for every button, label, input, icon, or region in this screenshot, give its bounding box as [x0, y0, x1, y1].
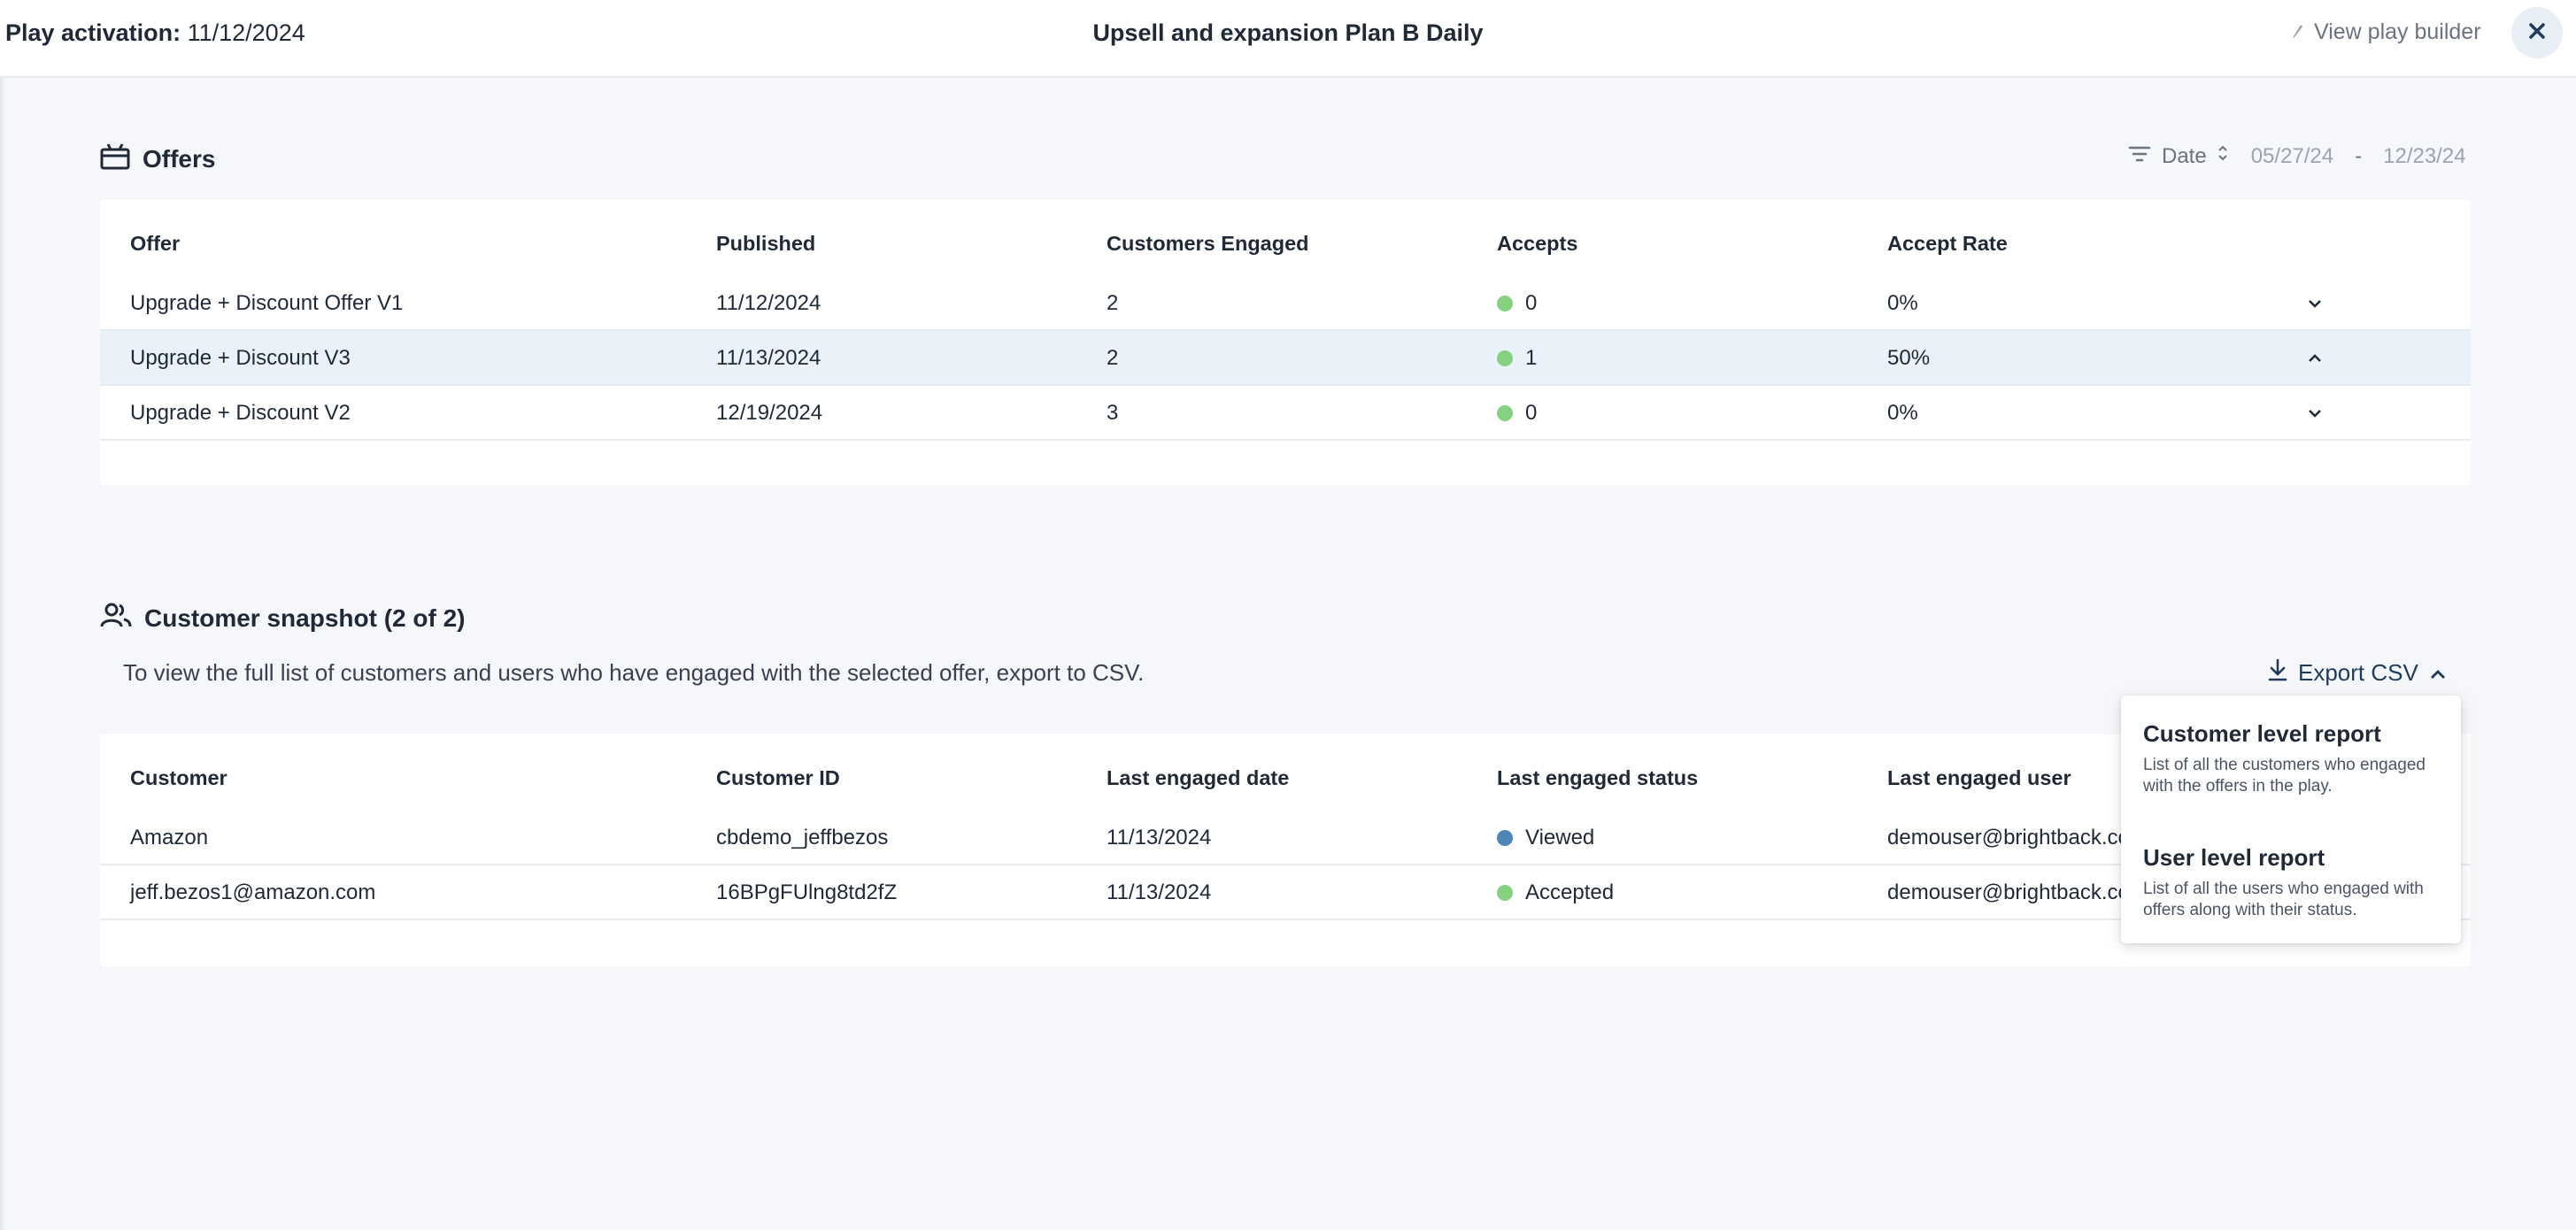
- filter-icon: [2128, 144, 2151, 169]
- published-date: 11/12/2024: [716, 291, 821, 315]
- offer-name: Upgrade + Discount V2: [130, 401, 351, 425]
- offer-name: Upgrade + Discount Offer V1: [130, 291, 404, 315]
- published-date: 12/19/2024: [716, 401, 823, 425]
- customers-engaged: 3: [1107, 401, 1119, 425]
- customer-id: cbdemo_jeffbezos: [716, 826, 889, 849]
- accept-rate: 0%: [1887, 291, 1918, 315]
- status-dot: [1497, 405, 1513, 421]
- export-menu: Customer level report List of all the cu…: [2121, 696, 2461, 943]
- chevron-down-icon[interactable]: [2299, 386, 2331, 441]
- last-engaged-status: Viewed: [1497, 811, 1594, 865]
- customer-level-report-desc: List of all the customers who engaged wi…: [2143, 756, 2426, 796]
- top-bar: Play activation: 11/12/2024 Upsell and e…: [0, 0, 2576, 78]
- sort-icon[interactable]: [2217, 143, 2228, 169]
- customer-level-report-title: Customer level report: [2143, 720, 2381, 747]
- accept-rate: 50%: [1887, 346, 1931, 370]
- table-row[interactable]: Upgrade + Discount V3 11/13/2024 2 1 50%: [100, 331, 2471, 386]
- customer-snapshot-table: Customer Customer ID Last engaged date L…: [100, 734, 2471, 966]
- customer-level-report-option[interactable]: Customer level report List of all the cu…: [2143, 720, 2444, 797]
- accepts-value: 0: [1525, 291, 1538, 315]
- last-engaged-date: 11/13/2024: [1107, 826, 1212, 849]
- download-icon: [2268, 658, 2287, 688]
- user-level-report-desc: List of all the users who engaged with o…: [2143, 880, 2424, 919]
- col-last-engaged-user: Last engaged user: [1887, 765, 2071, 789]
- table-row[interactable]: Upgrade + Discount Offer V1 11/12/2024 2…: [100, 276, 2471, 331]
- status-label: Accepted: [1525, 880, 1615, 904]
- offers-table-header: Offer Published Customers Engaged Accept…: [100, 216, 2471, 271]
- close-icon: [2526, 20, 2548, 46]
- accepts-value: 1: [1525, 346, 1538, 370]
- view-play-builder-label: View play builder: [2314, 19, 2481, 44]
- date-separator: -: [2355, 143, 2363, 168]
- pencil-icon: [2291, 19, 2305, 45]
- play-activation-label: Play activation:: [5, 19, 181, 46]
- col-customer-id: Customer ID: [716, 765, 840, 789]
- export-csv-label: Export CSV: [2298, 659, 2418, 686]
- chevron-up-icon: [2429, 659, 2447, 687]
- date-to[interactable]: 12/23/24: [2383, 144, 2465, 169]
- col-published: Published: [716, 231, 816, 255]
- users-icon: [100, 602, 132, 634]
- accepts-value: 0: [1525, 401, 1538, 425]
- customer-snapshot-header: Customer snapshot (2 of 2): [100, 602, 465, 634]
- chevron-up-icon[interactable]: [2299, 331, 2331, 386]
- offer-card-icon: [100, 142, 130, 176]
- status-dot: [1497, 830, 1513, 846]
- date-from[interactable]: 05/27/24: [2251, 144, 2333, 169]
- col-accept-rate: Accept Rate: [1887, 231, 2008, 255]
- offers-title: Offers: [143, 144, 216, 173]
- accepts: 0: [1497, 276, 1537, 331]
- accept-rate: 0%: [1887, 401, 1918, 425]
- view-play-builder-link[interactable]: View play builder: [2291, 19, 2481, 45]
- customer-snapshot-title: Customer snapshot (2 of 2): [144, 603, 466, 632]
- col-customers-engaged: Customers Engaged: [1107, 231, 1309, 255]
- table-row: Amazon cbdemo_jeffbezos 11/13/2024 Viewe…: [100, 811, 2471, 865]
- col-customer: Customer: [130, 765, 228, 789]
- customers-engaged: 2: [1107, 291, 1119, 315]
- status-dot: [1497, 296, 1513, 311]
- table-row[interactable]: Upgrade + Discount V2 12/19/2024 3 0 0%: [100, 386, 2471, 441]
- status-dot: [1497, 350, 1513, 366]
- accepts: 1: [1497, 331, 1537, 386]
- table-row: jeff.bezos1@amazon.com 16BPgFUlng8td2fZ …: [100, 865, 2471, 920]
- export-csv-button[interactable]: Export CSV: [2268, 658, 2447, 688]
- user-level-report-option[interactable]: User level report List of all the users …: [2143, 844, 2444, 921]
- play-activation: Play activation: 11/12/2024: [5, 19, 305, 47]
- date-filter-label: Date: [2162, 143, 2207, 168]
- offers-table: Offer Published Customers Engaged Accept…: [100, 200, 2471, 485]
- customer-name: jeff.bezos1@amazon.com: [130, 880, 376, 904]
- offers-section-header: Offers: [100, 142, 215, 176]
- user-level-report-title: User level report: [2143, 844, 2325, 871]
- snapshot-description: To view the full list of customers and u…: [123, 659, 1145, 686]
- page-left-edge: [0, 0, 5, 1230]
- play-title: Upsell and expansion Plan B Daily: [1092, 19, 1484, 46]
- last-engaged-user: demouser@brightback.co: [1887, 826, 2130, 849]
- published-date: 11/13/2024: [716, 346, 821, 370]
- last-engaged-user: demouser@brightback.co: [1887, 880, 2130, 904]
- accepts: 0: [1497, 386, 1537, 441]
- play-activation-date: 11/12/2024: [187, 19, 305, 46]
- col-last-engaged-date: Last engaged date: [1107, 765, 1290, 789]
- status-dot: [1497, 885, 1513, 901]
- customer-id: 16BPgFUlng8td2fZ: [716, 880, 898, 904]
- customer-name: Amazon: [130, 826, 209, 849]
- offer-name: Upgrade + Discount V3: [130, 346, 351, 370]
- col-accepts: Accepts: [1497, 231, 1578, 255]
- col-offer: Offer: [130, 231, 181, 255]
- chevron-down-icon[interactable]: [2299, 276, 2331, 331]
- close-button[interactable]: [2511, 7, 2563, 58]
- last-engaged-date: 11/13/2024: [1107, 880, 1212, 904]
- snapshot-table-header: Customer Customer ID Last engaged date L…: [100, 750, 2471, 805]
- customers-engaged: 2: [1107, 346, 1119, 370]
- date-filter[interactable]: Date 05/27/24 - 12/23/24: [2128, 143, 2466, 169]
- last-engaged-status: Accepted: [1497, 865, 1614, 920]
- status-label: Viewed: [1525, 826, 1595, 849]
- col-last-engaged-status: Last engaged status: [1497, 765, 1699, 789]
